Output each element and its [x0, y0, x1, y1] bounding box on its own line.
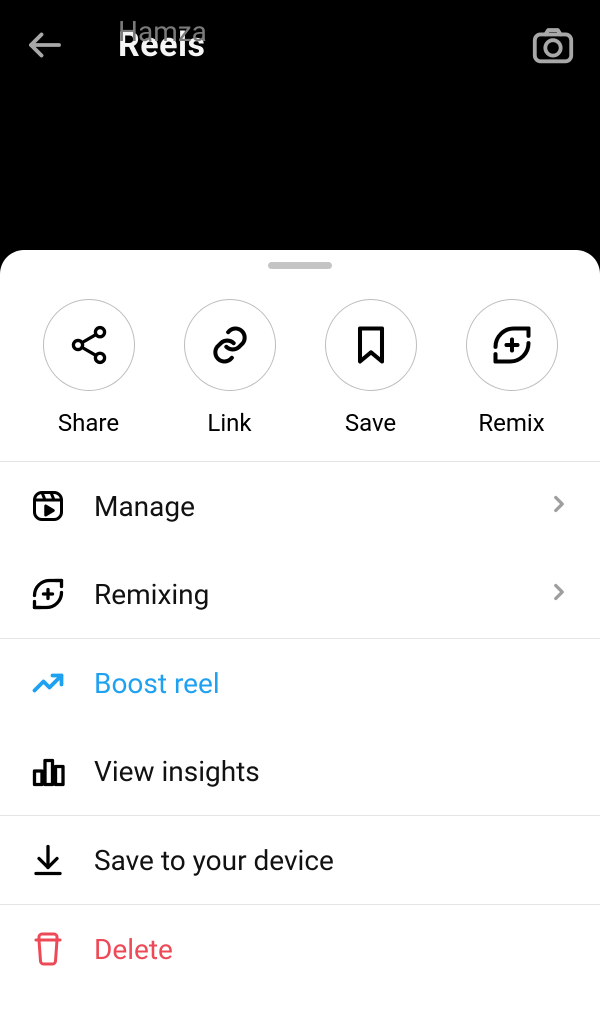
chevron-right-icon: [546, 491, 572, 521]
delete-item[interactable]: Delete: [0, 905, 600, 993]
remixing-icon: [28, 576, 68, 612]
save-action[interactable]: Save: [325, 299, 417, 437]
bottom-sheet: Share Link Save Remix Manage: [0, 250, 600, 1024]
quick-actions-row: Share Link Save Remix: [0, 289, 600, 461]
boost-reel-label: Boost reel: [94, 667, 572, 700]
camera-button[interactable]: [530, 22, 576, 68]
remix-action[interactable]: Remix: [466, 299, 558, 437]
link-icon: [184, 299, 276, 391]
remix-label: Remix: [478, 409, 544, 437]
remixing-label: Remixing: [94, 578, 520, 611]
boost-reel-item[interactable]: Boost reel: [0, 639, 600, 727]
app-header: Hamza Reels: [0, 0, 600, 90]
view-insights-item[interactable]: View insights: [0, 727, 600, 815]
back-button[interactable]: [24, 24, 66, 66]
bar-chart-icon: [28, 753, 68, 789]
manage-item[interactable]: Manage: [0, 462, 600, 550]
save-device-label: Save to your device: [94, 844, 572, 877]
download-icon: [28, 842, 68, 878]
manage-icon: [28, 488, 68, 524]
chevron-right-icon: [546, 579, 572, 609]
trash-icon: [28, 931, 68, 967]
header-subtitle: Hamza: [118, 15, 207, 48]
share-icon: [43, 299, 135, 391]
share-label: Share: [58, 409, 119, 437]
delete-label: Delete: [94, 933, 572, 966]
bookmark-icon: [325, 299, 417, 391]
remix-icon: [466, 299, 558, 391]
save-device-item[interactable]: Save to your device: [0, 816, 600, 904]
link-label: Link: [207, 409, 251, 437]
remixing-item[interactable]: Remixing: [0, 550, 600, 638]
trending-up-icon: [28, 665, 68, 701]
view-insights-label: View insights: [94, 755, 572, 788]
manage-label: Manage: [94, 490, 520, 523]
share-action[interactable]: Share: [43, 299, 135, 437]
drag-handle[interactable]: [268, 262, 332, 269]
link-action[interactable]: Link: [184, 299, 276, 437]
save-label: Save: [345, 409, 396, 437]
